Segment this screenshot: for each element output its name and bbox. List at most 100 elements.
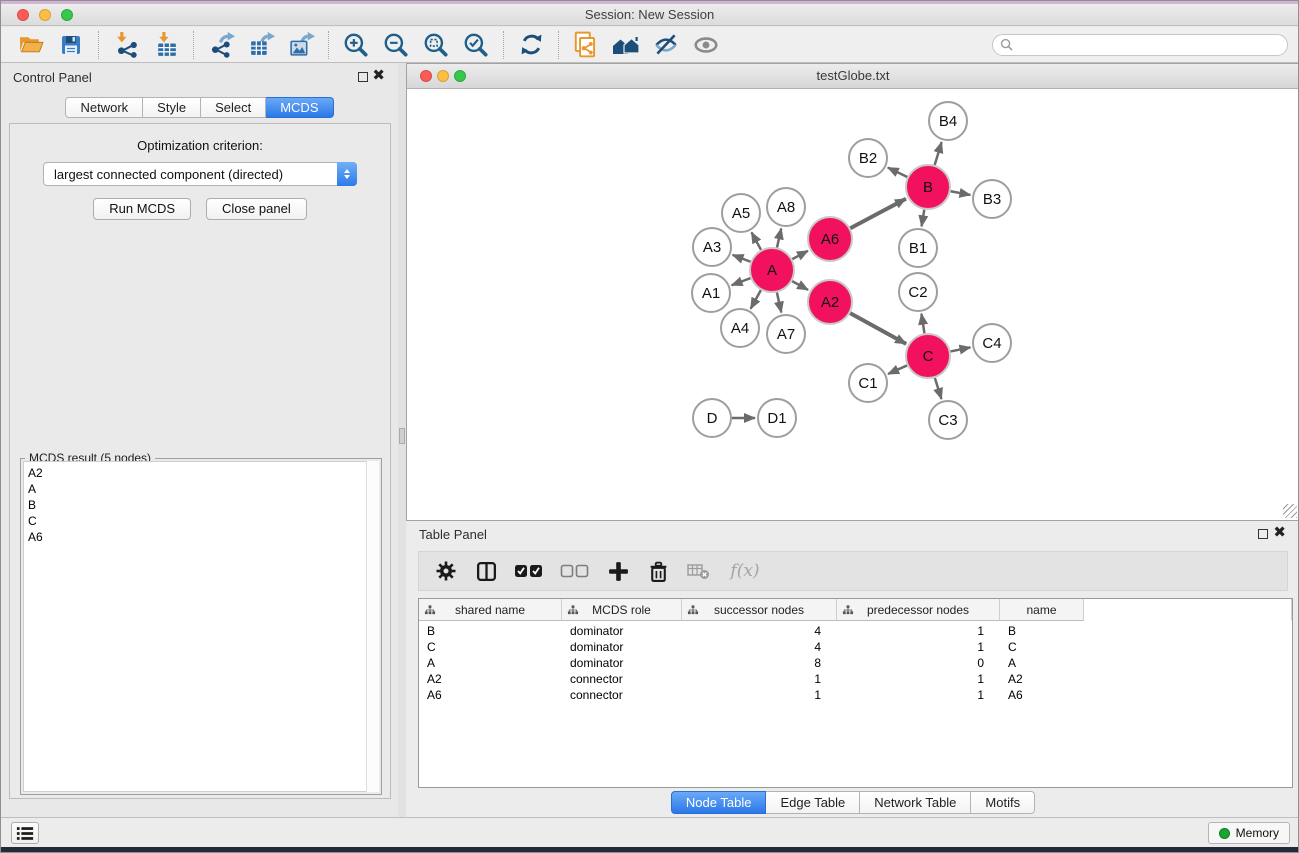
mcds-result-item[interactable]: C	[28, 513, 378, 529]
graph-edge-B-B2[interactable]	[888, 168, 907, 177]
memory-button[interactable]: Memory	[1208, 822, 1290, 844]
graph-edge-A-A4[interactable]	[751, 290, 761, 309]
minimize-network-window-button[interactable]	[437, 70, 449, 82]
show-hide-panels-button[interactable]	[606, 30, 646, 60]
export-table-button[interactable]	[241, 30, 281, 60]
graph-edge-B-B4[interactable]	[935, 142, 942, 165]
tab-select[interactable]: Select	[201, 97, 266, 118]
export-network-button[interactable]	[201, 30, 241, 60]
graph-node-label: A	[767, 262, 777, 279]
search-input[interactable]	[1018, 38, 1280, 52]
import-table-button[interactable]	[146, 30, 186, 60]
select-all-button[interactable]	[513, 558, 545, 584]
column-header-successor-nodes[interactable]: successor nodes	[682, 599, 837, 621]
show-columns-button[interactable]	[473, 558, 499, 584]
column-header-name[interactable]: name	[1000, 599, 1084, 621]
graph-edge-A-A7[interactable]	[777, 292, 781, 312]
minimize-window-button[interactable]	[39, 9, 51, 21]
window-resize-grip[interactable]	[1283, 504, 1297, 518]
tab-motifs[interactable]: Motifs	[971, 791, 1035, 814]
network-view-window: testGlobe.txt AA6A2BCA5A8A3A1A4A7B2B4B3B…	[406, 63, 1299, 521]
mcds-result-scrollbar[interactable]	[366, 461, 379, 792]
zoom-fit-button[interactable]	[416, 30, 456, 60]
graph-edge-A-A2[interactable]	[792, 281, 808, 290]
mcds-result-item[interactable]: B	[28, 497, 378, 513]
close-network-window-button[interactable]	[420, 70, 432, 82]
zoom-in-button[interactable]	[336, 30, 376, 60]
show-graphics-details-button[interactable]	[686, 30, 726, 60]
graph-node-label: A5	[732, 205, 750, 222]
tab-network[interactable]: Network	[65, 97, 143, 118]
table-cell-predecessor-nodes: 1	[837, 624, 1000, 640]
graph-edge-A-A6[interactable]	[792, 251, 808, 259]
open-session-button[interactable]	[11, 30, 51, 60]
graph-edge-A-A1[interactable]	[732, 278, 751, 285]
table-row[interactable]: A6connector11A6	[419, 688, 1292, 704]
delete-table-button[interactable]	[685, 558, 711, 584]
import-network-icon	[113, 31, 140, 58]
column-header-predecessor-nodes[interactable]: predecessor nodes	[837, 599, 1000, 621]
table-row[interactable]: A2connector11A2	[419, 672, 1292, 688]
zoom-window-button[interactable]	[61, 9, 73, 21]
graph-edge-A6-B[interactable]	[850, 199, 906, 229]
network-canvas[interactable]: AA6A2BCA5A8A3A1A4A7B2B4B3B1C2C4C1C3DD1	[407, 89, 1299, 520]
graph-edge-B-B3[interactable]	[951, 191, 971, 195]
split-divider-grip[interactable]	[399, 428, 405, 444]
float-panel-button[interactable]	[358, 72, 368, 82]
tab-style[interactable]: Style	[143, 97, 201, 118]
save-session-button[interactable]	[51, 30, 91, 60]
zoom-network-window-button[interactable]	[454, 70, 466, 82]
search-field[interactable]	[992, 34, 1288, 56]
split-divider[interactable]	[398, 63, 406, 817]
mcds-result-item[interactable]: A6	[28, 529, 378, 545]
mcds-result-item[interactable]: A2	[28, 465, 378, 481]
zoom-selected-button[interactable]	[456, 30, 496, 60]
delete-rows-button[interactable]	[645, 558, 671, 584]
table-cell-mcds-role: dominator	[562, 656, 682, 672]
close-panel-button[interactable]: ✖	[372, 65, 385, 87]
column-header-mcds-role[interactable]: MCDS role	[562, 599, 682, 621]
zoom-out-button[interactable]	[376, 30, 416, 60]
task-history-button[interactable]	[11, 822, 39, 844]
hide-graphics-details-button[interactable]	[646, 30, 686, 60]
function-builder-button[interactable]: f(x)	[725, 558, 765, 584]
graph-edge-A-A5[interactable]	[752, 232, 762, 249]
graph-edge-A2-C[interactable]	[850, 313, 906, 344]
column-header-shared-name[interactable]: shared name	[419, 599, 562, 621]
table-body: Bdominator41BCdominator41CAdominator80AA…	[419, 621, 1292, 704]
clone-network-button[interactable]	[566, 30, 606, 60]
mcds-result-list[interactable]: A2ABCA6	[23, 461, 379, 792]
run-mcds-button[interactable]: Run MCDS	[93, 198, 191, 220]
graph-edge-A-A8[interactable]	[777, 228, 781, 247]
graph-edge-B-B1[interactable]	[922, 210, 925, 227]
add-row-button[interactable]	[605, 558, 631, 584]
tab-node-table[interactable]: Node Table	[671, 791, 767, 814]
close-panel-button-inner[interactable]: Close panel	[206, 198, 307, 220]
refresh-view-button[interactable]	[511, 30, 551, 60]
graph-edge-A-A3[interactable]	[733, 255, 751, 262]
graph-edge-C-C1[interactable]	[888, 365, 907, 374]
import-network-button[interactable]	[106, 30, 146, 60]
deselect-all-button[interactable]	[559, 558, 591, 584]
table-cell-name: B	[1000, 624, 1084, 640]
close-table-panel-button[interactable]: ✖	[1273, 522, 1286, 544]
export-image-button[interactable]	[281, 30, 321, 60]
optimization-criterion-select[interactable]: largest connected component (directed)	[43, 162, 357, 186]
table-row[interactable]: Bdominator41B	[419, 624, 1292, 640]
graph-edge-C-C3[interactable]	[935, 378, 942, 399]
optimization-criterion-label: Optimization criterion:	[10, 138, 390, 153]
session-title: Session: New Session	[1, 4, 1298, 25]
table-row[interactable]: Cdominator41C	[419, 640, 1292, 656]
tab-edge-table[interactable]: Edge Table	[766, 791, 860, 814]
close-window-button[interactable]	[17, 9, 29, 21]
table-options-button[interactable]	[433, 558, 459, 584]
tab-network-table[interactable]: Network Table	[860, 791, 971, 814]
mcds-result-item[interactable]: A	[28, 481, 378, 497]
graph-edge-C-C2[interactable]	[921, 314, 924, 334]
graph-edge-C-C4[interactable]	[951, 347, 971, 351]
float-table-panel-button[interactable]	[1258, 529, 1268, 539]
table-row[interactable]: Adominator80A	[419, 656, 1292, 672]
zoom-in-icon	[342, 31, 370, 59]
refresh-icon	[518, 31, 545, 58]
tab-mcds[interactable]: MCDS	[266, 97, 333, 118]
